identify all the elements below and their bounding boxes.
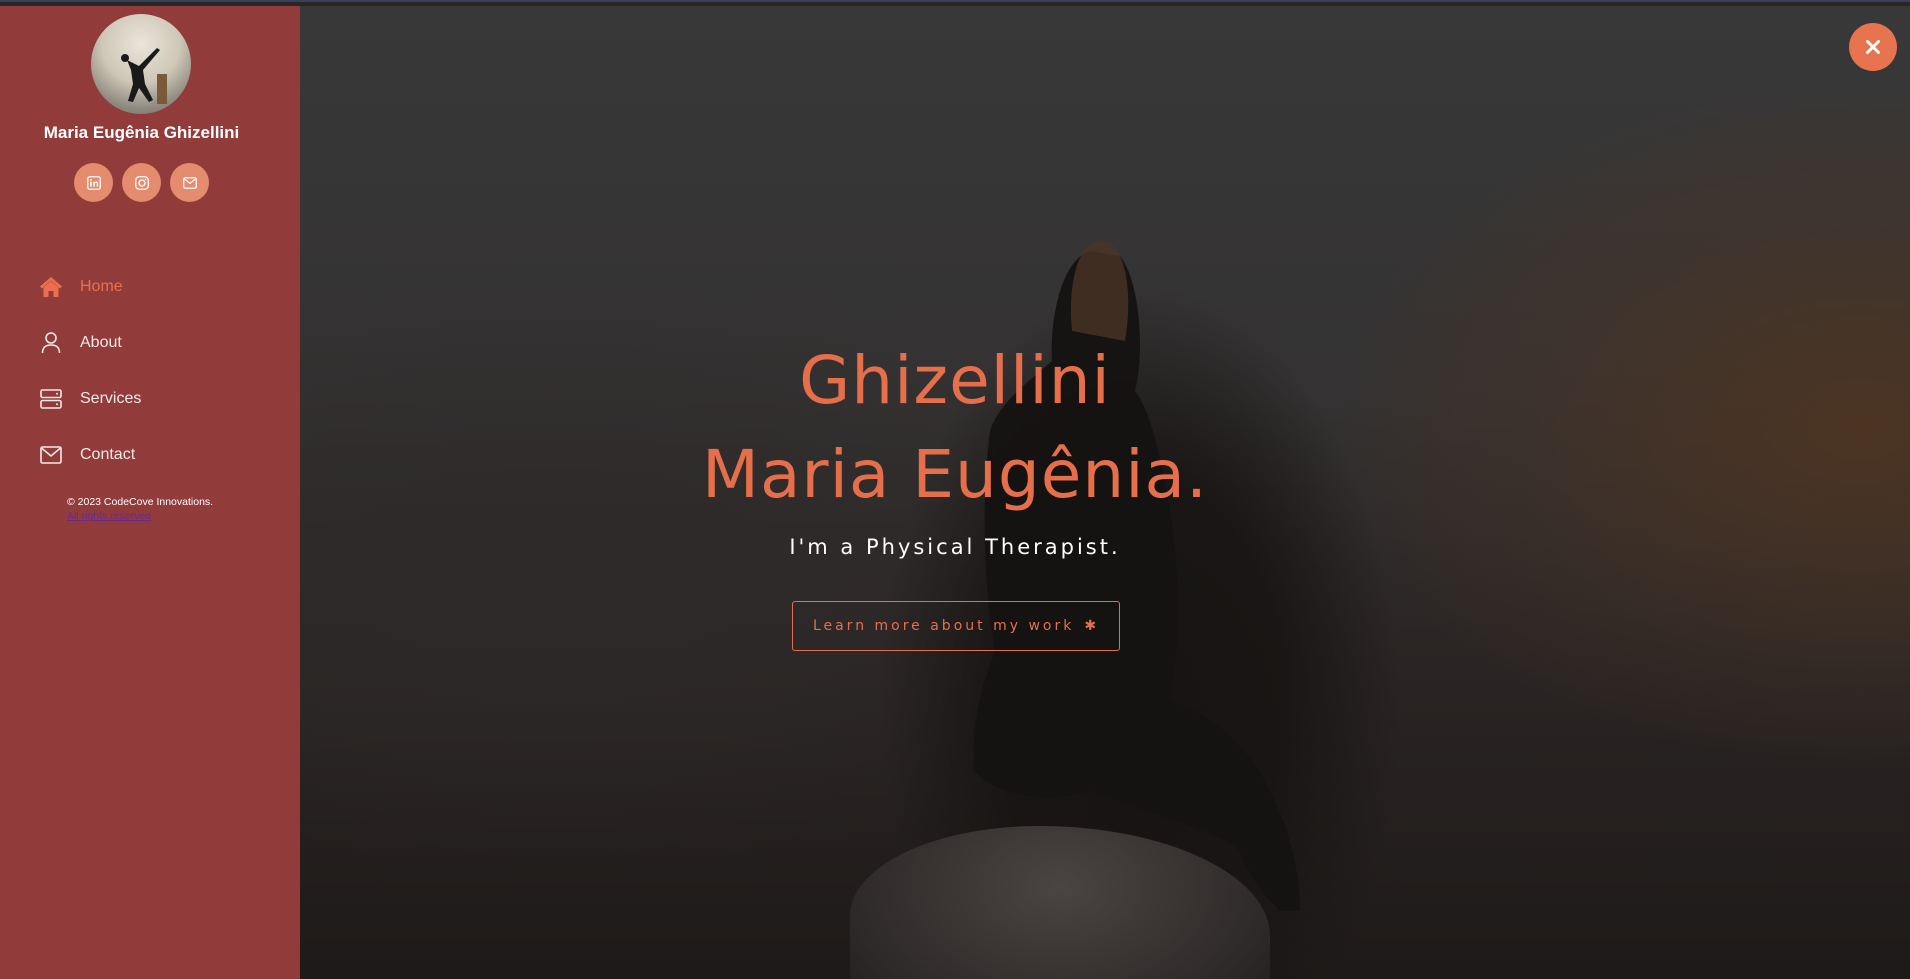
sidebar-footer: © 2023 CodeCove Innovations. All rights … bbox=[67, 496, 213, 522]
main-nav: Home About Services Contact bbox=[39, 259, 141, 483]
person-silhouette bbox=[973, 241, 1300, 911]
hero-title-line2: Maria Eugênia. bbox=[702, 436, 1208, 513]
nav-item-services[interactable]: Services bbox=[39, 371, 141, 427]
social-links bbox=[74, 163, 209, 202]
nav-item-home[interactable]: Home bbox=[39, 259, 141, 315]
profile-name: Maria Eugênia Ghizellini bbox=[43, 123, 240, 142]
email-icon bbox=[182, 176, 197, 189]
email-button[interactable] bbox=[170, 163, 209, 202]
top-border bbox=[0, 0, 1910, 2]
hero-section: Ghizellini Maria Eugênia. I'm a Physical… bbox=[300, 6, 1910, 979]
rights-link[interactable]: All rights reserved bbox=[67, 510, 213, 522]
nav-label-home: Home bbox=[80, 278, 123, 295]
home-icon bbox=[39, 275, 63, 299]
nav-label-services: Services bbox=[80, 390, 142, 407]
nav-item-about[interactable]: About bbox=[39, 315, 141, 371]
dancer-figure bbox=[121, 48, 167, 104]
instagram-button[interactable] bbox=[122, 163, 161, 202]
learn-more-button[interactable]: Learn more about my work ✱ bbox=[792, 601, 1120, 651]
instagram-icon bbox=[134, 175, 149, 190]
copyright-text: © 2023 CodeCove Innovations. bbox=[67, 496, 214, 508]
close-button[interactable] bbox=[1849, 23, 1897, 71]
user-icon bbox=[39, 331, 63, 355]
close-icon bbox=[1866, 40, 1880, 54]
asterisk-icon: ✱ bbox=[1084, 618, 1100, 634]
server-icon bbox=[39, 387, 63, 411]
linkedin-button[interactable] bbox=[74, 163, 113, 202]
learn-more-label: Learn more about my work bbox=[812, 618, 1075, 634]
envelope-icon bbox=[39, 443, 63, 467]
hero-title-line1: Ghizellini bbox=[799, 342, 1111, 419]
hero-subtitle: I'm a Physical Therapist. bbox=[789, 535, 1121, 559]
nav-label-contact: Contact bbox=[80, 446, 136, 463]
nav-label-about: About bbox=[80, 334, 122, 351]
sidebar: Maria Eugênia Ghizellini Home About Serv… bbox=[0, 6, 300, 979]
nav-item-contact[interactable]: Contact bbox=[39, 427, 141, 483]
avatar bbox=[91, 14, 191, 114]
linkedin-icon bbox=[86, 175, 101, 190]
